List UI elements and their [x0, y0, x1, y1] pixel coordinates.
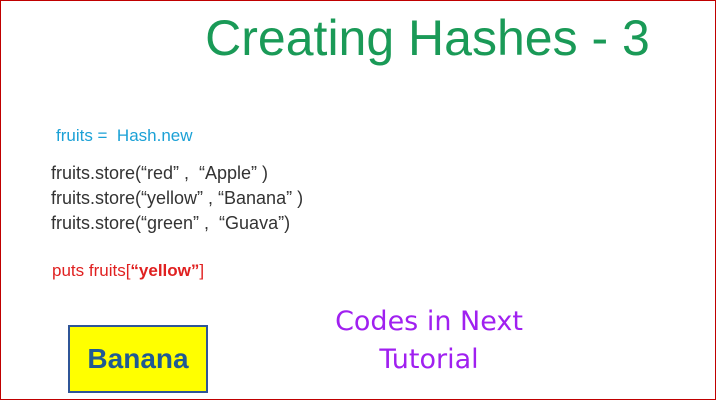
slide: Creating Hashes - 3 fruits = Hash.new fr…: [0, 0, 716, 400]
code-line-red: fruits.store(“red” , “Apple” ): [51, 163, 269, 183]
code-line-yellow: fruits.store(“yellow” , “Banana” ): [51, 188, 304, 208]
puts-key: “yellow”: [130, 261, 200, 280]
hash-new-line: fruits = Hash.new: [56, 126, 193, 145]
puts-suffix: ]: [199, 261, 205, 280]
next-note-line-2: Tutorial: [379, 344, 479, 375]
next-note-line-1: Codes in Next: [335, 306, 523, 337]
next-tutorial-note: Codes in Next Tutorial: [319, 303, 539, 379]
code-block: fruits.store(“red” , “Apple” ) fruits.st…: [51, 161, 303, 236]
code-line-green: fruits.store(“green” , “Guava”): [51, 213, 291, 233]
puts-prefix: puts fruits[: [52, 261, 131, 280]
slide-title: Creating Hashes - 3: [205, 10, 650, 66]
result-box: Banana: [68, 325, 208, 393]
puts-line: puts fruits[“yellow”]: [52, 260, 204, 282]
result-text: Banana: [87, 343, 189, 374]
